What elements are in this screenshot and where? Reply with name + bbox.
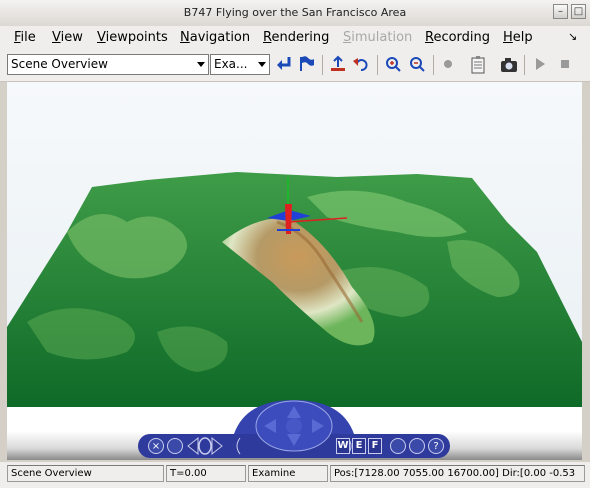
notes-icon[interactable] (468, 55, 488, 75)
close-dashboard-button[interactable]: × (148, 438, 164, 454)
stop-icon[interactable] (555, 55, 575, 75)
flag-icon[interactable] (296, 55, 316, 75)
menu-file[interactable]: File (14, 30, 36, 45)
zoom-in-icon[interactable] (383, 55, 403, 75)
toolbar: Scene Overview Exa... (0, 49, 590, 82)
navigation-mode-select[interactable]: Exa... (210, 54, 270, 75)
navigation-dashboard: × W E F ? (136, 400, 452, 460)
status-mode: Examine (248, 465, 328, 482)
menu-viewpoints[interactable]: Viewpoints (97, 30, 168, 45)
record-icon[interactable] (438, 55, 458, 75)
chevron-down-icon (197, 62, 205, 67)
menu-bar: File View Viewpoints Navigation Renderin… (0, 26, 590, 49)
pick-icon[interactable] (328, 55, 348, 75)
whats-this-icon[interactable]: ↘ (568, 30, 577, 43)
menu-recording[interactable]: Recording (425, 30, 490, 45)
maximize-button[interactable]: □ (571, 4, 586, 19)
toolbar-separator (524, 55, 525, 75)
undo-icon[interactable] (351, 55, 371, 75)
play-icon[interactable] (530, 55, 550, 75)
collapse-icon[interactable] (167, 438, 183, 454)
window-title: B747 Flying over the San Francisco Area (183, 6, 407, 19)
navigation-mode-value: Exa... (214, 57, 248, 71)
status-viewpoint: Scene Overview (7, 465, 164, 482)
menu-simulation: Simulation (343, 30, 413, 45)
viewpoint-select[interactable]: Scene Overview (7, 54, 209, 75)
chevron-down-icon (258, 62, 266, 67)
headlight-icon[interactable] (409, 438, 425, 454)
scene-viewport[interactable]: × W E F ? (7, 82, 582, 460)
menu-help[interactable]: Help (503, 30, 533, 45)
status-time: T=0.00 (166, 465, 246, 482)
title-bar: B747 Flying over the San Francisco Area … (0, 0, 590, 27)
toolbar-separator (433, 55, 434, 75)
status-position: Pos:[7128.00 7055.00 16700.00] Dir:[0.00… (330, 465, 585, 482)
minimize-button[interactable]: – (553, 4, 568, 19)
toolbar-separator (322, 55, 323, 75)
menu-view[interactable]: View (52, 30, 83, 45)
viewpoint-select-value: Scene Overview (11, 57, 108, 71)
toolbar-separator (377, 55, 378, 75)
fit-view-icon[interactable] (390, 438, 406, 454)
menu-rendering[interactable]: Rendering (263, 30, 329, 45)
status-bar: Scene Overview T=0.00 Examine Pos:[7128.… (0, 462, 590, 488)
walk-mode-button[interactable]: W (336, 438, 350, 454)
return-icon[interactable] (274, 55, 294, 75)
fly-mode-button[interactable]: F (368, 438, 382, 454)
menu-navigation[interactable]: Navigation (180, 30, 250, 45)
help-button[interactable]: ? (428, 438, 444, 454)
zoom-out-icon[interactable] (407, 55, 427, 75)
examine-mode-button[interactable]: E (352, 438, 366, 454)
camera-icon[interactable] (499, 55, 519, 75)
